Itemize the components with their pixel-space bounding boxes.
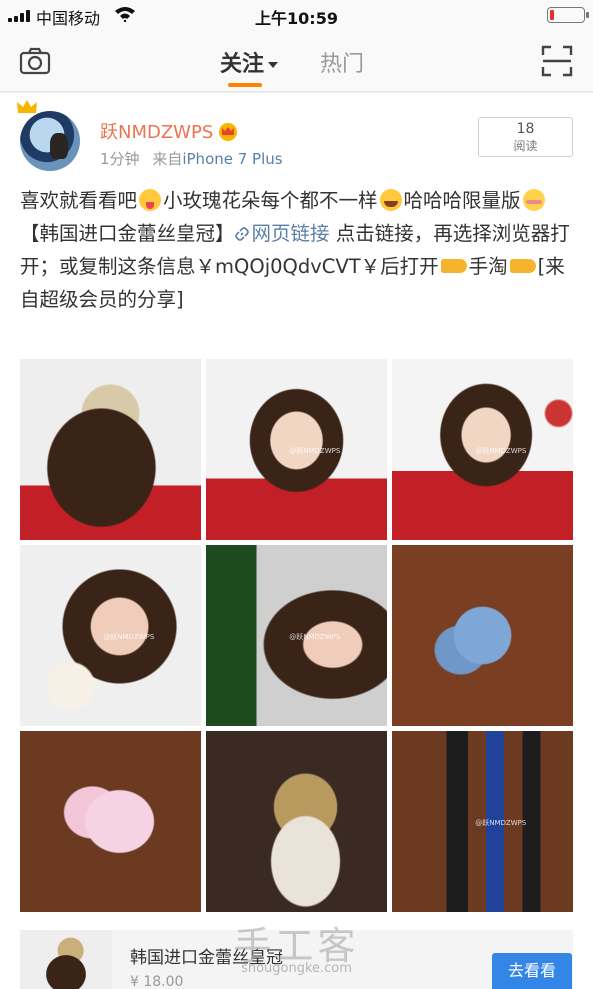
post-text-6: 手淘 <box>468 255 508 278</box>
scan-icon[interactable] <box>540 44 574 78</box>
photo-watermark: @跃NMDZWPS <box>103 632 155 641</box>
post-text-3: 哈哈哈限量版 <box>403 189 521 212</box>
post-photo-7[interactable] <box>20 731 201 912</box>
crown-badge-icon <box>17 100 37 113</box>
post-photo-2[interactable]: @跃NMDZWPS <box>206 359 387 540</box>
active-tab-indicator <box>228 83 262 87</box>
post-text-4: 【韩国进口金蕾丝皇冠】 <box>20 222 235 245</box>
source-device[interactable]: iPhone 7 Plus <box>182 150 282 168</box>
post-photo-4[interactable]: @跃NMDZWPS <box>20 545 201 726</box>
post-photo-1[interactable] <box>20 359 201 540</box>
post-photo-9[interactable]: @跃NMDZWPS <box>392 731 573 912</box>
photo-watermark: @跃NMDZWPS <box>289 446 341 455</box>
link-icon <box>234 227 249 241</box>
top-nav-bar: 关注 热门 <box>0 30 593 92</box>
read-count: 18 <box>516 121 535 137</box>
tab-follow[interactable]: 关注 <box>220 46 279 78</box>
battery-level <box>550 10 554 20</box>
status-time: 上午10:59 <box>255 9 338 28</box>
status-bar: 中国移动 上午10:59 <box>0 0 593 30</box>
tongue-emoji-icon <box>139 189 162 211</box>
avatar[interactable] <box>20 111 80 171</box>
source-prefix: 来自 <box>152 150 183 168</box>
pointing-right-hand-icon <box>440 259 467 273</box>
author-name[interactable]: 跃NMDZWPS <box>100 118 239 144</box>
site-watermark-url: shougongke.com <box>241 961 352 976</box>
post-card[interactable]: 跃NMDZWPS 1分钟 来自iPhone 7 Plus 18 阅读 喜欢就看看… <box>0 93 593 989</box>
web-link-label: 网页链接 <box>251 222 330 245</box>
post-meta: 1分钟 来自iPhone 7 Plus <box>100 148 283 169</box>
post-photo-5[interactable]: @跃NMDZWPS <box>206 545 387 726</box>
post-photo-8[interactable] <box>206 731 387 912</box>
battery-icon <box>547 7 589 23</box>
post-text-1: 喜欢就看看吧 <box>20 189 138 212</box>
post-body: 喜欢就看看吧 小玫瑰花朵每个都不一样 哈哈哈限量版【韩国进口金蕾丝皇冠】 网页链接 点… <box>20 184 580 316</box>
author-name-text: 跃NMDZWPS <box>100 122 214 143</box>
preview-price: ¥ 18.00 <box>130 974 184 989</box>
post-photo-3[interactable]: @跃NMDZWPS <box>392 359 573 540</box>
post-text-2: 小玫瑰花朵每个都不一样 <box>163 189 378 212</box>
photo-watermark: @跃NMDZWPS <box>475 446 527 455</box>
post-photo-6[interactable] <box>392 545 573 726</box>
read-count-box: 18 阅读 <box>478 117 573 157</box>
photo-watermark: @跃NMDZWPS <box>289 632 341 641</box>
laughing-emoji-icon <box>379 189 402 211</box>
chevron-down-icon <box>268 62 279 68</box>
tab-hot[interactable]: 热门 <box>320 46 364 78</box>
post-time: 1分钟 <box>100 150 140 168</box>
web-link[interactable]: 网页链接 <box>234 222 330 245</box>
read-label: 阅读 <box>513 139 538 153</box>
photo-watermark: @跃NMDZWPS <box>475 818 527 827</box>
camera-icon[interactable] <box>18 44 52 78</box>
tab-follow-label: 关注 <box>220 52 265 77</box>
pointing-left-hand-icon <box>509 259 536 273</box>
blush-emoji-icon <box>522 189 545 211</box>
vip-crown-icon <box>219 123 238 141</box>
